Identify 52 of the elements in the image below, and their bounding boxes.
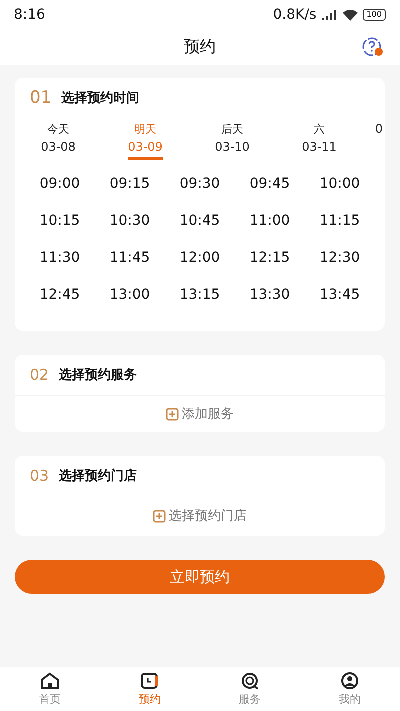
- wifi-icon: [342, 10, 358, 20]
- battery-level: 100: [362, 9, 386, 21]
- section-number: 01: [30, 88, 52, 108]
- time-slot[interactable]: 10:30: [95, 213, 165, 229]
- time-slot[interactable]: 12:15: [235, 250, 305, 266]
- tab-item[interactable]: 首页: [0, 667, 100, 711]
- home-icon: [40, 672, 60, 690]
- time-slot[interactable]: 13:15: [165, 287, 235, 303]
- tab-item[interactable]: 我的: [300, 667, 400, 711]
- signal-icon: [322, 10, 338, 20]
- page-title: 预约: [184, 37, 216, 58]
- section-title: 选择预约门店: [59, 468, 138, 485]
- time-slot[interactable]: 10:00: [305, 176, 375, 192]
- date-day[interactable]: 后天: [222, 122, 244, 137]
- time-slot[interactable]: 13:45: [305, 287, 375, 303]
- time-slot[interactable]: 09:15: [95, 176, 165, 192]
- add-service-link[interactable]: 添加服务: [182, 405, 234, 423]
- date-tab[interactable]: 03-08: [41, 140, 76, 160]
- time-slot[interactable]: 12:00: [165, 250, 235, 266]
- section-title: 选择预约服务: [59, 367, 138, 384]
- date-tab[interactable]: 03-10: [215, 140, 250, 160]
- time-slot[interactable]: 13:00: [95, 287, 165, 303]
- time-slot[interactable]: 11:00: [235, 213, 305, 229]
- time-slot[interactable]: 12:30: [305, 250, 375, 266]
- help-icon[interactable]: [362, 37, 384, 57]
- date-day[interactable]: 六: [314, 122, 325, 137]
- time-slot[interactable]: 11:30: [25, 250, 95, 266]
- time-slot[interactable]: 10:15: [25, 213, 95, 229]
- time-slot[interactable]: 11:45: [95, 250, 165, 266]
- time-slot[interactable]: 11:15: [305, 213, 375, 229]
- time-slot[interactable]: 09:30: [165, 176, 235, 192]
- clock-icon: [140, 672, 160, 690]
- select-store-link[interactable]: 选择预约门店: [169, 507, 247, 525]
- time-slot[interactable]: 10:45: [165, 213, 235, 229]
- network-speed: 0.8K/s: [273, 7, 317, 23]
- section-title: 选择预约时间: [62, 90, 140, 107]
- time-slot[interactable]: 13:30: [235, 287, 305, 303]
- section-number: 03: [30, 467, 50, 485]
- date-tab[interactable]: 03-11: [302, 140, 337, 160]
- add-icon: [166, 408, 179, 420]
- status-time: 8:16: [14, 7, 46, 23]
- date-day[interactable]: 明天: [134, 122, 156, 137]
- time-slot[interactable]: 12:45: [25, 287, 95, 303]
- date-tab[interactable]: 0: [375, 122, 383, 142]
- tab-item[interactable]: 服务: [200, 667, 300, 711]
- add-icon: [153, 510, 166, 522]
- time-slot[interactable]: 09:00: [25, 176, 95, 192]
- chat-icon: [240, 672, 260, 690]
- section-number: 02: [30, 366, 50, 384]
- time-slot[interactable]: 09:45: [235, 176, 305, 192]
- date-day[interactable]: 今天: [48, 122, 70, 137]
- user-icon: [340, 672, 360, 690]
